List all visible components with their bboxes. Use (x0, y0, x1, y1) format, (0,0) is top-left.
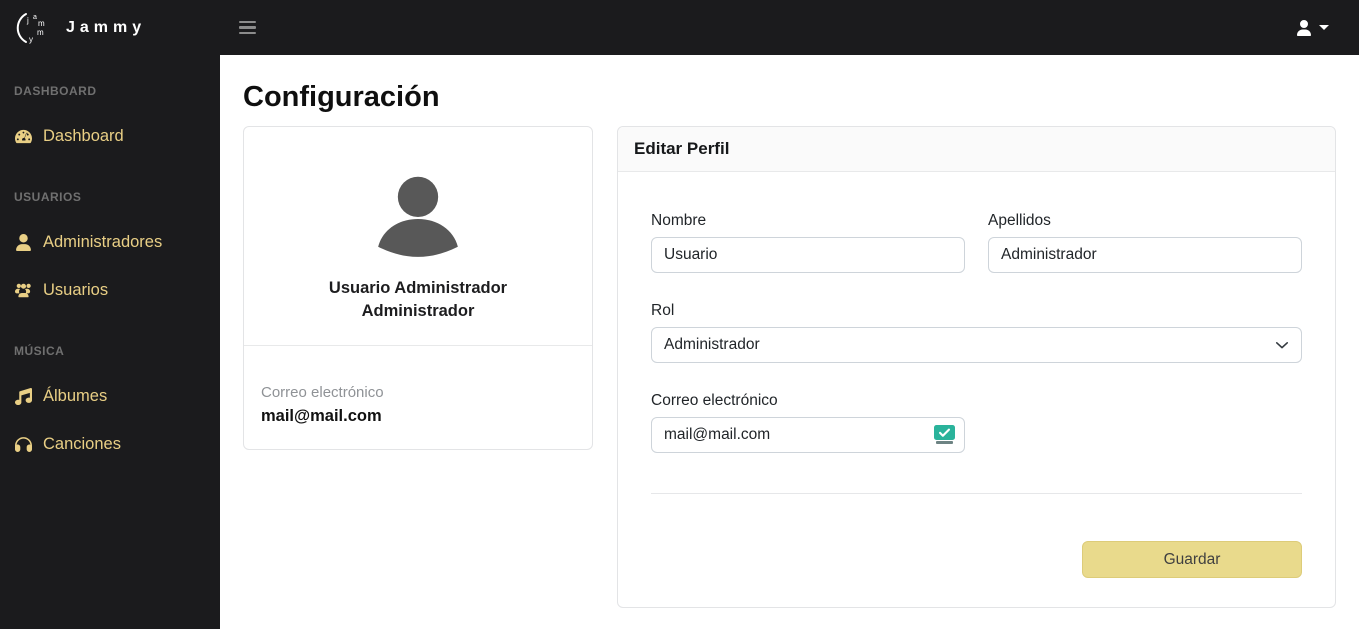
people-icon (14, 282, 32, 300)
nav-section-usuarios: USUARIOS Administradores Usuarios (0, 191, 220, 300)
sidebar-item-canciones[interactable]: Canciones (14, 435, 206, 454)
correo-input[interactable] (651, 417, 965, 453)
page-title: Configuración (243, 81, 440, 113)
profile-email-label: Correo electrónico (261, 384, 384, 401)
sidebar-item-label: Usuarios (43, 281, 109, 299)
profile-email-value: mail@mail.com (261, 407, 382, 425)
edit-profile-card: Editar Perfil Nombre Apellidos (617, 126, 1336, 608)
svg-text:m: m (38, 19, 45, 28)
apellidos-input[interactable] (988, 237, 1302, 273)
svg-text:m: m (37, 28, 44, 37)
nav-section-musica: MÚSICA Álbumes Canciones (0, 345, 220, 454)
person-icon (14, 234, 32, 252)
user-icon (1297, 19, 1311, 36)
nav-section-label: USUARIOS (14, 190, 82, 204)
profile-name: Usuario Administrador (328, 279, 508, 297)
edit-profile-form: Nombre Apellidos Rol Administrador (651, 212, 1302, 578)
save-button[interactable]: Guardar (1082, 541, 1302, 578)
sidebar-item-dashboard[interactable]: Dashboard (14, 127, 206, 146)
select-chevron-down-icon (1275, 342, 1289, 349)
topbar (220, 0, 1359, 55)
profile-card: Usuario Administrador Administrador Corr… (243, 126, 593, 450)
apellidos-label: Apellidos (988, 212, 1051, 229)
profile-role: Administrador (361, 302, 475, 320)
music-note-icon (14, 388, 32, 406)
nav-section-dashboard: DASHBOARD Dashboard (0, 85, 220, 146)
rol-select[interactable]: Administrador (651, 327, 1302, 363)
nav-section-label: MÚSICA (14, 344, 65, 358)
sidebar-item-label: Administradores (43, 233, 163, 251)
nombre-label: Nombre (651, 212, 707, 229)
sidebar-nav: DASHBOARD Dashboard USUARIOS Administrad… (0, 85, 220, 454)
sidebar-item-albumes[interactable]: Álbumes (14, 387, 206, 406)
nombre-input[interactable] (651, 237, 965, 273)
edit-card-title: Editar Perfil (618, 127, 1335, 172)
nav-section-label: DASHBOARD (14, 84, 97, 98)
sidebar-item-label: Canciones (43, 435, 121, 453)
jammy-logo-icon: j a m m y (14, 8, 54, 48)
svg-text:a: a (33, 14, 37, 21)
brand[interactable]: j a m m y Jammy (0, 0, 220, 55)
correo-label: Correo electrónico (651, 392, 778, 409)
sidebar-item-label: Dashboard (43, 127, 124, 145)
user-menu[interactable] (1296, 19, 1329, 36)
rol-selected-value: Administrador (664, 336, 760, 353)
sidebar: j a m m y Jammy DASHBOARD Dashboard USUA… (0, 0, 220, 629)
sidebar-item-label: Álbumes (43, 387, 108, 405)
speedometer-icon (14, 128, 32, 146)
headphones-icon (14, 436, 32, 454)
svg-text:y: y (29, 35, 33, 44)
mail-check-icon[interactable] (934, 425, 955, 445)
menu-toggle-button[interactable] (233, 15, 262, 41)
main-content: Configuración Usuario Administrador Admi… (220, 55, 1359, 629)
chevron-down-icon (1319, 25, 1329, 30)
form-divider (651, 493, 1302, 494)
avatar-icon (370, 170, 466, 266)
sidebar-item-usuarios[interactable]: Usuarios (14, 281, 206, 300)
svg-text:j: j (26, 16, 29, 25)
rol-label: Rol (651, 302, 675, 319)
sidebar-item-administradores[interactable]: Administradores (14, 233, 206, 252)
brand-name: Jammy (66, 18, 147, 36)
